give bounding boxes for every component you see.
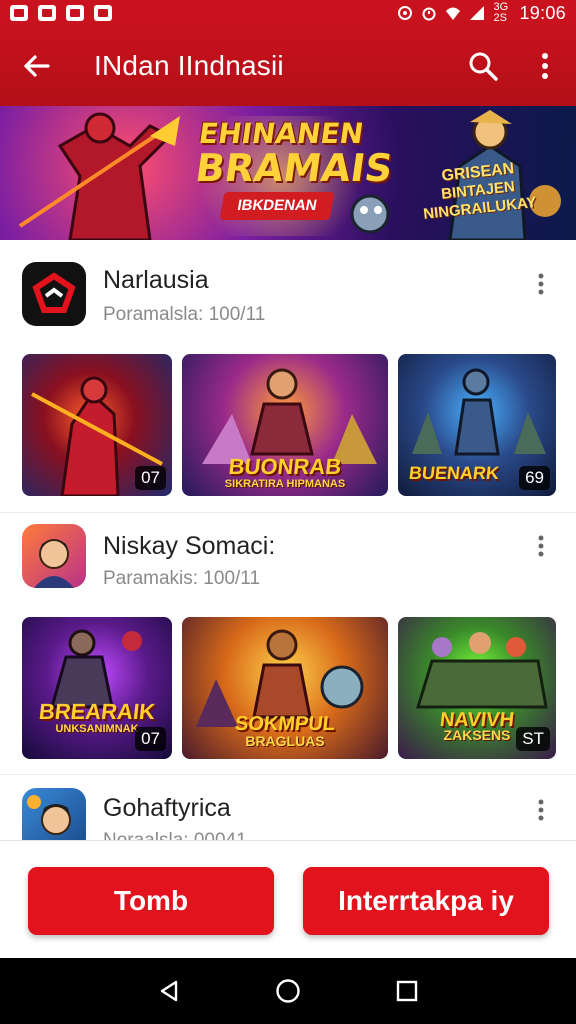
list-item[interactable]: Niskay Somaci: Paramakis: 100/11 [0, 522, 576, 602]
app-name: Niskay Somaci: [103, 532, 276, 560]
clock: 19:06 [519, 2, 566, 23]
nav-back-button[interactable] [144, 966, 194, 1016]
more-vert-icon [538, 799, 544, 821]
status-left-icons [10, 5, 112, 21]
app-bar-actions [452, 26, 576, 106]
system-nav-bar [0, 958, 576, 1024]
sync-icon [398, 6, 413, 20]
promo-banner[interactable]: EHINANEN BRAMAIS IBKDENAN GRISEAN BINTAJ… [0, 106, 576, 240]
nav-recents-button[interactable] [382, 966, 432, 1016]
status-bar: 3G 2S 19:06 [0, 0, 576, 26]
arrow-left-icon [24, 55, 50, 77]
more-vert-icon [538, 535, 544, 557]
app-subtitle: Paramakis: 100/11 [103, 568, 261, 589]
primary-left-button[interactable]: Tomb [28, 867, 274, 935]
status-right-icons: 3G 2S 19:06 [397, 2, 566, 24]
list-item[interactable]: Narlausia Poramalsla: 100/11 [0, 258, 576, 338]
nav-back-icon [161, 980, 178, 1002]
alarm-icon [422, 7, 436, 21]
screenshot-tag: ST [516, 727, 550, 751]
wifi-icon [446, 7, 461, 20]
list-item[interactable]: Gohaftyrica Noraalsla: 00041 [0, 784, 576, 840]
app-list: Narlausia Poramalsla: 100/11 07 BUONRAB … [0, 240, 576, 840]
divider [0, 774, 576, 775]
search-icon [469, 52, 498, 81]
nav-home-button[interactable] [263, 966, 313, 1016]
back-button[interactable] [0, 26, 72, 106]
app-subtitle: Noraalsla: 00041 [103, 830, 247, 840]
app-icon [94, 5, 112, 21]
screenshot-thumbnail[interactable]: BUONRAB SIKRATIRA HIPMANAS [182, 354, 388, 496]
signal-icon [470, 6, 485, 20]
item-more-button[interactable] [526, 790, 556, 830]
app-icon [38, 5, 56, 21]
app-avatar-icon [22, 524, 86, 588]
screenshot-row: 07 BUONRAB SIKRATIRA HIPMANAS BUENARK 69 [0, 354, 576, 496]
screenshot-logo-sub: BRAGLUAS [245, 733, 325, 749]
app-avatar-icon [22, 788, 86, 840]
app-bar: INdan IIndnasii [0, 26, 576, 106]
primary-right-button[interactable]: Interrtakpa iy [303, 867, 549, 935]
item-more-button[interactable] [526, 526, 556, 566]
image-icon [10, 5, 28, 21]
divider [0, 512, 576, 513]
screenshot-thumbnail[interactable]: 07 [22, 354, 172, 496]
screenshot-tag: 69 [519, 466, 550, 490]
screenshot-logo: BREARAIK [37, 699, 157, 724]
app-logo-icon [22, 262, 86, 326]
screenshot-thumbnail[interactable]: NAVIVH ZAKSENS ST [398, 617, 556, 759]
screenshot-logo-sub: SIKRATIRA HIPMANAS [224, 478, 346, 490]
app-subtitle: Poramalsla: 100/11 [103, 304, 266, 325]
network-label: 3G 2S [493, 1, 509, 24]
screenshot-logo: SOKMPUL [233, 713, 337, 735]
screenshot-row: BREARAIK UNKSANIMNAK 07 SOKMPUL BRAGLUAS… [0, 617, 576, 759]
nav-home-icon [276, 979, 300, 1003]
more-vert-icon [538, 273, 544, 295]
nav-recents-icon [396, 980, 417, 1002]
banner-ribbon: IBKDENAN [219, 192, 335, 220]
overflow-menu-button[interactable] [514, 26, 576, 106]
more-vert-icon [542, 53, 548, 79]
screenshot-logo: BUONRAB [227, 454, 343, 479]
app-icon [66, 5, 84, 21]
bottom-action-bar: Tomb Interrtakpa iy [0, 840, 576, 958]
screenshot-tag: 07 [135, 727, 166, 751]
item-more-button[interactable] [526, 264, 556, 304]
screenshot-thumbnail[interactable]: BREARAIK UNKSANIMNAK 07 [22, 617, 172, 759]
search-button[interactable] [452, 26, 514, 106]
screenshot-tag: 07 [135, 466, 166, 490]
app-name: Narlausia [103, 266, 209, 294]
screenshot-logo: BUENARK [407, 463, 501, 483]
screenshot-thumbnail[interactable]: BUENARK 69 [398, 354, 556, 496]
banner-title-line2: BRAMAIS [192, 146, 396, 190]
app-name: Gohaftyrica [103, 794, 231, 822]
screenshot-thumbnail[interactable]: SOKMPUL BRAGLUAS [182, 617, 388, 759]
page-title: INdan IIndnasii [94, 50, 284, 81]
